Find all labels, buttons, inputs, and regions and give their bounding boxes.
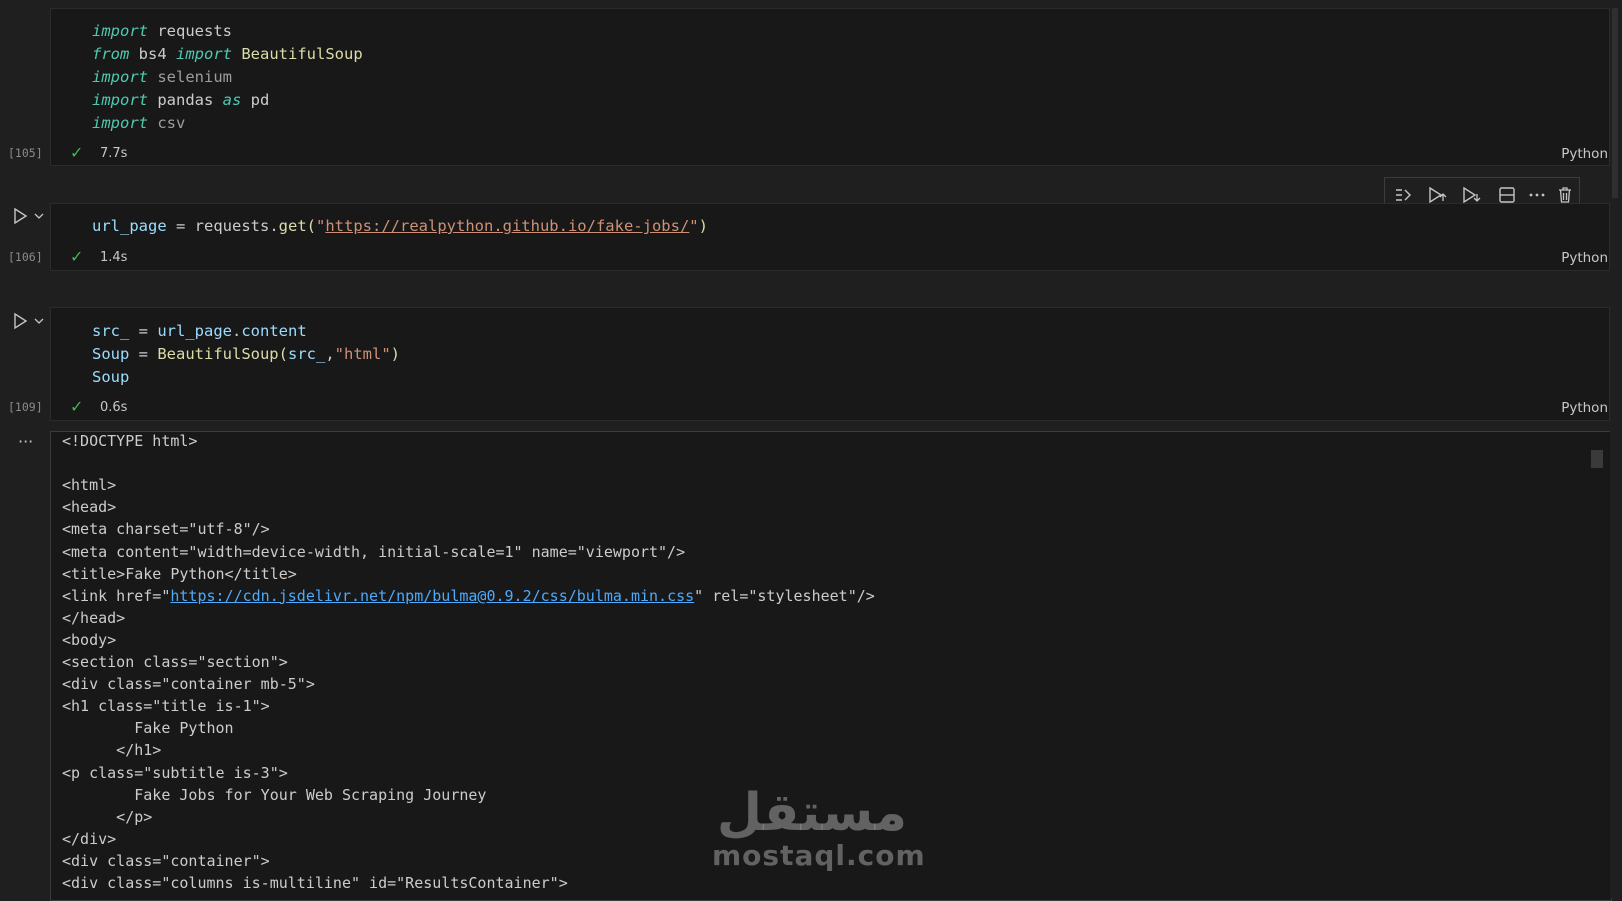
delete-cell-icon[interactable] <box>1555 185 1575 205</box>
code-editor-cell-3[interactable]: src_ = url_page.content Soup = BeautifulS… <box>92 320 400 389</box>
output-line: <div class="container mb-5"> <box>62 675 315 694</box>
output-line: <html> <box>62 476 117 495</box>
cell-language-label[interactable]: Python <box>1561 146 1608 162</box>
output-line: <div class="columns is-multiline" id="Re… <box>62 874 568 892</box>
cell-language-label[interactable]: Python <box>1561 400 1608 416</box>
code-line: from bs4 import BeautifulSoup <box>92 45 363 63</box>
output-line: </h1> <box>62 741 162 760</box>
code-line: import pandas as pd <box>92 91 270 109</box>
execute-above-icon[interactable] <box>1393 185 1413 205</box>
output-line: <!DOCTYPE html> <box>62 432 198 450</box>
output-link[interactable]: https://cdn.jsdelivr.net/npm/bulma@0.9.2… <box>170 587 694 605</box>
code-line: src_ = url_page.content <box>92 322 307 340</box>
output-line: <head> <box>62 498 117 517</box>
output-more-actions-button[interactable]: ··· <box>18 432 33 451</box>
code-line: import selenium <box>92 68 232 86</box>
output-line: </head> <box>62 608 126 627</box>
success-check-icon: ✓ <box>70 397 84 416</box>
execution-duration: 0.6s <box>100 400 128 415</box>
scrollbar-thumb[interactable] <box>1612 8 1618 198</box>
code-editor-cell-1[interactable]: import requests from bs4 import Beautiful… <box>92 20 363 135</box>
output-line: <h1 class="title is-1"> <box>62 697 270 716</box>
execution-duration: 1.4s <box>100 250 128 265</box>
code-line: import csv <box>92 114 186 132</box>
output-scrollbar[interactable] <box>1591 450 1603 468</box>
run-above-icon[interactable] <box>1427 185 1447 205</box>
output-line: <body> <box>62 630 117 649</box>
run-cell-button[interactable] <box>12 311 46 331</box>
watermark-arabic: مستقل <box>716 783 908 843</box>
output-line: <div class="container"> <box>62 851 270 870</box>
output-line: <p class="subtitle is-3"> <box>62 763 288 782</box>
output-line: <section class="section"> <box>62 653 288 671</box>
success-check-icon: ✓ <box>70 143 84 162</box>
output-line: <meta charset="utf-8"/> <box>62 520 270 539</box>
notebook-scrollbar[interactable] <box>1610 0 1622 898</box>
code-line: url_page = requests.get("https://realpyt… <box>92 217 708 235</box>
success-check-icon: ✓ <box>70 247 84 266</box>
more-actions-icon[interactable] <box>1527 185 1547 205</box>
output-line: </p> <box>62 807 153 826</box>
output-line: <title>Fake Python</title> <box>62 564 297 583</box>
output-line: Fake Python <box>62 719 234 738</box>
output-line: Fake Jobs for Your Web Scraping Journey <box>62 785 487 804</box>
split-cell-icon[interactable] <box>1497 185 1517 205</box>
run-cell-button[interactable] <box>12 206 46 226</box>
code-line: Soup = BeautifulSoup(src_,"html") <box>92 345 401 363</box>
execution-count: [106] <box>8 250 43 264</box>
output-line: <meta content="width=device-width, initi… <box>62 542 686 561</box>
watermark-latin: mostaql.com <box>712 839 926 872</box>
code-line: Soup <box>92 368 130 386</box>
code-line: import requests <box>92 22 232 40</box>
code-editor-cell-2[interactable]: url_page = requests.get("https://realpyt… <box>92 215 708 238</box>
execution-count: [109] <box>8 400 43 414</box>
output-line: <link href="https://cdn.jsdelivr.net/npm… <box>62 586 875 605</box>
execution-count: [105] <box>8 146 43 160</box>
run-below-icon[interactable] <box>1461 185 1481 205</box>
output-line: </div> <box>62 829 117 848</box>
execution-duration: 7.7s <box>100 146 128 161</box>
cell-language-label[interactable]: Python <box>1561 250 1608 266</box>
watermark-logo: مستقل mostaql.com <box>712 783 926 885</box>
